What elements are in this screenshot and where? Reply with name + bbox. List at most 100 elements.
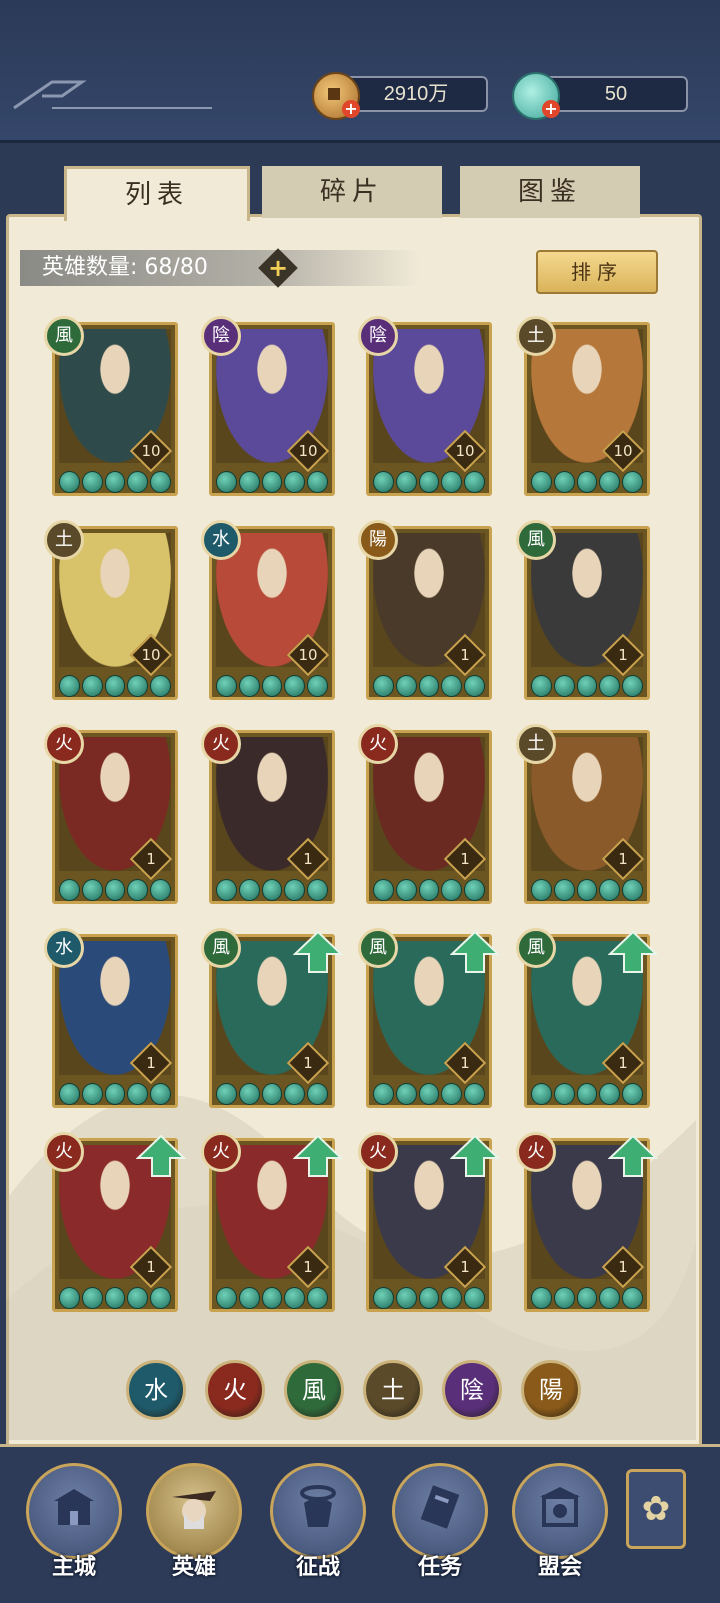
- element-badge: 水: [44, 928, 84, 968]
- star-bead-icon: [216, 1287, 237, 1309]
- star-bead-icon: [622, 879, 643, 901]
- element-filter-button[interactable]: 水: [126, 1360, 186, 1420]
- star-bead-icon: [104, 1083, 126, 1105]
- star-bead-icon: [81, 1083, 103, 1105]
- hero-card[interactable]: 陽1: [358, 520, 492, 700]
- hero-card[interactable]: 火1: [201, 724, 335, 904]
- element-filter-button[interactable]: 土: [363, 1360, 423, 1420]
- hero-card[interactable]: 陰 10: [201, 316, 335, 496]
- star-bead-icon: [261, 1083, 283, 1105]
- star-bead-icon: [284, 879, 306, 901]
- nav-guild[interactable]: 盟会: [512, 1463, 608, 1583]
- gold-resource: 2910万 +: [312, 72, 492, 120]
- element-badge: 土: [516, 724, 556, 764]
- element-badge: 陰: [201, 316, 241, 356]
- element-filter-button[interactable]: 陽: [521, 1360, 581, 1420]
- star-bead-icon: [395, 879, 417, 901]
- hero-card[interactable]: 土1: [516, 724, 650, 904]
- star-bead-icon: [622, 675, 643, 697]
- upgrade-arrow-icon: [608, 930, 658, 973]
- star-bead-icon: [531, 471, 552, 493]
- star-beads: [531, 1083, 643, 1105]
- tab-list[interactable]: 列表: [64, 166, 250, 221]
- star-beads: [59, 879, 171, 901]
- star-bead-icon: [418, 879, 440, 901]
- upgrade-arrow-icon: [293, 1134, 343, 1177]
- element-filter-button[interactable]: 風: [284, 1360, 344, 1420]
- hero-card[interactable]: 土 10: [516, 316, 650, 496]
- star-bead-icon: [238, 675, 260, 697]
- star-bead-icon: [576, 879, 598, 901]
- level-value: 1: [460, 1054, 470, 1072]
- star-bead-icon: [464, 879, 485, 901]
- add-gold-button[interactable]: +: [342, 100, 360, 118]
- star-bead-icon: [284, 1287, 306, 1309]
- element-badge: 風: [516, 928, 556, 968]
- star-beads: [373, 471, 485, 493]
- hero-card[interactable]: 水1: [44, 928, 178, 1108]
- level-value: 1: [303, 850, 313, 868]
- star-beads: [216, 471, 328, 493]
- jade-resource: 50 +: [512, 72, 692, 120]
- hero-card[interactable]: 火1: [516, 1132, 658, 1312]
- tab-fragments[interactable]: 碎片: [262, 166, 442, 218]
- level-value: 10: [613, 442, 633, 460]
- hero-card[interactable]: 風1: [516, 520, 650, 700]
- element-badge: 火: [44, 724, 84, 764]
- jade-amount: 50: [544, 76, 688, 112]
- nav-city[interactable]: 主城: [26, 1463, 122, 1583]
- star-bead-icon: [576, 1083, 598, 1105]
- nav-battle[interactable]: 征战: [270, 1463, 366, 1583]
- star-bead-icon: [261, 1287, 283, 1309]
- element-badge: 火: [516, 1132, 556, 1172]
- star-bead-icon: [150, 675, 171, 697]
- add-jade-button[interactable]: +: [542, 100, 560, 118]
- hero-card[interactable]: 火1: [44, 724, 178, 904]
- hero-count-bar: 英雄数量: 68/80 +: [20, 248, 420, 288]
- element-badge: 水: [201, 520, 241, 560]
- star-bead-icon: [599, 471, 621, 493]
- plus-icon: +: [267, 254, 289, 282]
- nav-hero[interactable]: 英雄: [146, 1463, 242, 1583]
- hero-card[interactable]: 火1: [44, 1132, 186, 1312]
- hero-card[interactable]: 風1: [516, 928, 658, 1108]
- flower-menu-icon[interactable]: ✿: [626, 1469, 686, 1549]
- hero-card[interactable]: 土 10: [44, 520, 178, 700]
- star-bead-icon: [418, 1287, 440, 1309]
- star-beads: [59, 471, 171, 493]
- star-bead-icon: [104, 675, 126, 697]
- star-bead-icon: [127, 1083, 149, 1105]
- star-bead-icon: [622, 1083, 643, 1105]
- nav-tasks[interactable]: 任务: [392, 1463, 488, 1583]
- hero-card[interactable]: 風1: [358, 928, 500, 1108]
- hero-card[interactable]: 陰 10: [358, 316, 492, 496]
- element-filter-button[interactable]: 火: [205, 1360, 265, 1420]
- star-bead-icon: [418, 675, 440, 697]
- hero-card[interactable]: 水 10: [201, 520, 335, 700]
- hero-card[interactable]: 火1: [358, 724, 492, 904]
- hero-count-label: 英雄数量:: [42, 255, 138, 280]
- star-beads: [59, 1083, 171, 1105]
- hero-card[interactable]: 風1: [201, 928, 343, 1108]
- hero-card[interactable]: 風 10: [44, 316, 178, 496]
- expand-hero-slots-button[interactable]: +: [258, 248, 298, 288]
- scroll-task-icon: [420, 1485, 460, 1529]
- tab-codex[interactable]: 图鉴: [460, 166, 640, 218]
- star-bead-icon: [373, 1287, 394, 1309]
- hero-card[interactable]: 火1: [358, 1132, 500, 1312]
- star-bead-icon: [127, 675, 149, 697]
- sort-button[interactable]: 排序: [536, 250, 658, 294]
- star-beads: [373, 879, 485, 901]
- star-bead-icon: [127, 471, 149, 493]
- hero-portrait-icon: [172, 1491, 216, 1529]
- hero-card[interactable]: 火1: [201, 1132, 343, 1312]
- level-value: 1: [460, 1258, 470, 1276]
- element-badge: 火: [201, 1132, 241, 1172]
- star-bead-icon: [261, 471, 283, 493]
- level-value: 1: [618, 646, 628, 664]
- level-value: 1: [460, 646, 470, 664]
- level-value: 1: [618, 1054, 628, 1072]
- star-bead-icon: [441, 675, 463, 697]
- element-filter-button[interactable]: 陰: [442, 1360, 502, 1420]
- star-bead-icon: [464, 471, 485, 493]
